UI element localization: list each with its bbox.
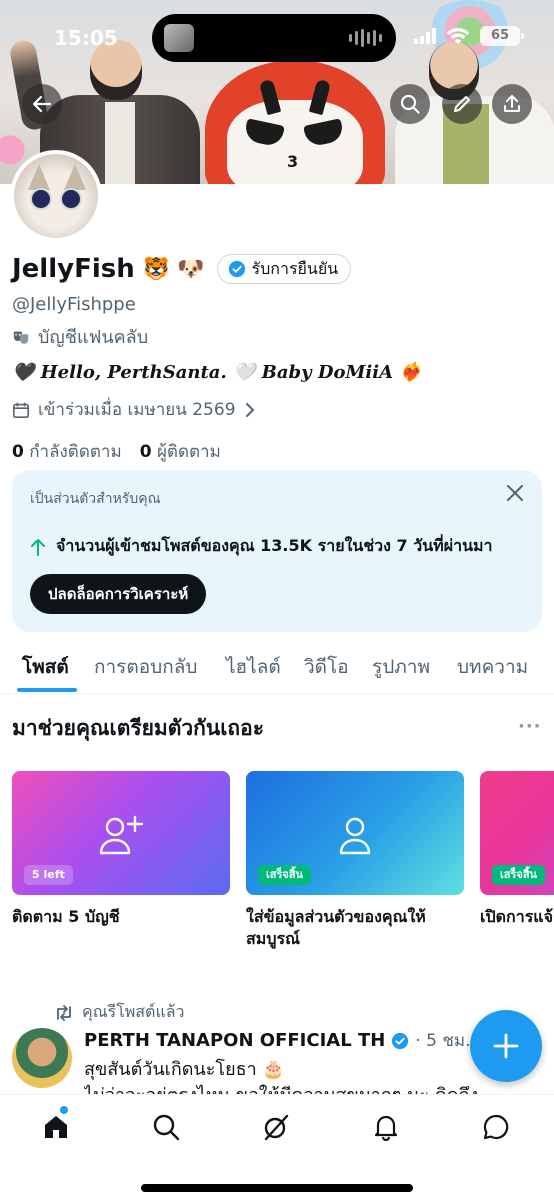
verified-badge-icon [392,1032,409,1049]
audio-wave-icon [349,28,382,48]
turn-on-notifications-tile[interactable]: เสร็จสิ้น [480,771,554,895]
tile-badge-remaining: 5 left [24,865,73,885]
tab-posts[interactable]: โพสต์ [22,652,69,682]
close-card-button[interactable] [506,484,524,506]
share-button[interactable] [492,84,532,124]
analytics-card-label: เป็นส่วนตัวสำหรับคุณ [30,491,161,507]
following-label: กำลังติดตาม [29,442,122,462]
add-user-icon [99,815,143,855]
arrow-up-icon [31,538,45,556]
tile-badge-done: เสร็จสิ้น [492,865,546,885]
battery-indicator: 65 [480,26,524,46]
following-link[interactable]: 0 กำลังติดตาม [12,438,122,465]
follow-accounts-tile[interactable]: 5 left [12,771,230,895]
status-indicators: 65 [414,26,524,46]
joined-date-row[interactable]: เข้าร่วมเมื่อ เมษายน 2569 [12,396,256,423]
more-options-button[interactable]: ··· [518,716,542,737]
following-count: 0 [12,442,24,462]
cellular-signal-icon [414,28,436,44]
search-icon [400,94,420,114]
nav-messages[interactable] [478,1109,514,1145]
nav-home[interactable] [38,1109,74,1145]
followers-link[interactable]: 0 ผู้ติดตาม [140,438,221,465]
get-verified-button[interactable]: รับการยืนยัน [216,254,352,284]
repost-icon [57,1004,71,1021]
impressions-stat: จำนวนผู้เข้าชมโพสต์ของคุณ 13.5K รายในช่ว… [30,534,493,559]
profile-handle: @JellyFishppe [12,294,136,315]
get-started-title: มาช่วยคุณเตรียมตัวกันเถอะ [12,716,265,740]
repost-indicator: คุณรีโพสต์แล้ว [54,1000,185,1025]
complete-profile-tile[interactable]: เสร็จสิ้น [246,771,464,895]
search-icon [153,1114,180,1141]
profile-name: JellyFish [12,254,135,284]
wifi-icon [446,28,470,44]
back-button[interactable] [22,84,62,124]
status-time: 15:05 [54,26,118,50]
compose-post-button[interactable] [470,1010,542,1082]
tweet-header: PERTH TANAPON OFFICIAL TH · 5 ชม. [84,1027,470,1054]
complete-profile-caption-line2: สมบูรณ์ [246,929,300,948]
nav-notifications[interactable] [368,1109,404,1145]
complete-profile-caption-line1: ใส่ข้อมูลส่วนตัวของคุณให้ [246,907,426,926]
chat-bubble-icon [483,1114,509,1140]
followers-label: ผู้ติดตาม [156,442,221,462]
followers-count: 0 [139,442,152,462]
profile-avatar[interactable] [10,150,102,242]
active-tab-indicator [17,688,77,692]
search-button[interactable] [390,84,430,124]
chevron-right-icon [245,402,254,417]
profile-bio: 🖤 Hello, PerthSanta. 🤍 Baby DoMiiA ❤️‍🔥 [12,362,422,383]
get-verified-label: รับการยืนยัน [251,258,339,278]
new-posts-dot [60,1106,68,1114]
tab-highlights[interactable]: ไฮไลต์ [226,652,281,682]
tab-articles[interactable]: บทความ [457,652,528,682]
theater-masks-icon [13,331,29,344]
home-indicator[interactable] [141,1184,413,1192]
user-icon [339,817,371,855]
tweet-author-name[interactable]: PERTH TANAPON OFFICIAL TH [84,1030,385,1051]
grok-icon [264,1114,289,1141]
notifications-caption: เปิดการแจ้ง [480,907,554,926]
repost-label: คุณรีโพสต์แล้ว [82,1002,185,1021]
tab-photos[interactable]: รูปภาพ [372,652,430,682]
verified-badge-icon [228,260,245,278]
account-type-row[interactable]: บัญชีแฟนคลับ [12,322,148,351]
home-icon [45,1116,67,1138]
close-icon [507,485,523,501]
unlock-analytics-button[interactable]: ปลดล็อคการวิเคราะห์ [30,574,207,614]
complete-profile-caption: ใส่ข้อมูลส่วนตัวของคุณให้ สมบูรณ์ [246,906,466,950]
name-emojis: 🐯 🐶 [142,256,205,282]
tweet-text: สุขสันต์วันเกิดนะโยธา 🎂 [84,1059,285,1080]
tweet-author-avatar[interactable] [12,1028,72,1088]
pencil-icon [454,96,470,112]
tile-badge-done: เสร็จสิ้น [258,865,312,885]
nav-grok[interactable] [258,1109,294,1145]
account-type-label: บัญชีแฟนคลับ [38,327,149,348]
tab-replies[interactable]: การตอบกลับ [94,652,197,682]
share-icon [504,95,520,112]
follow-accounts-caption: ติดตาม 5 บัญชี [12,907,120,926]
nav-explore[interactable] [148,1109,184,1145]
bell-icon [374,1115,398,1141]
tweet-time: · 5 ชม. [415,1031,471,1051]
plus-icon [493,1033,519,1059]
follow-stats: 0 กำลังติดตาม 0 ผู้ติดตาม [12,438,221,465]
profile-name-row: JellyFish 🐯 🐶 รับการยืนยัน [12,254,352,284]
banner-mascot: 3 [205,60,385,184]
arrow-left-icon [32,95,52,113]
tab-videos[interactable]: วิดีโอ [304,652,349,682]
analytics-card: เป็นส่วนตัวสำหรับคุณ จำนวนผู้เข้าชมโพสต์… [12,470,542,632]
calendar-icon [12,402,30,418]
profile-tabs: โพสต์ การตอบกลับ ไฮไลต์ วิดีโอ รูปภาพ บท… [0,640,554,694]
edit-button[interactable] [442,84,482,124]
now-playing-thumbnail [164,24,194,52]
joined-date: เข้าร่วมเมื่อ เมษายน 2569 [38,400,236,420]
impressions-text: จำนวนผู้เข้าชมโพสต์ของคุณ 13.5K รายในช่ว… [56,536,493,555]
dynamic-island[interactable] [152,14,396,62]
